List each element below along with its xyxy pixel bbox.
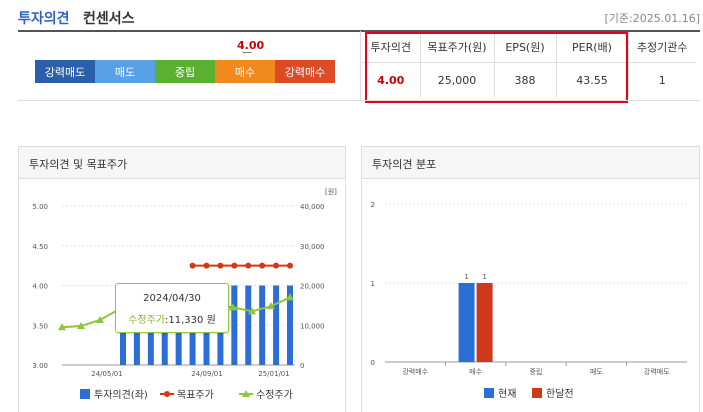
legend-month-ago-swatch <box>532 388 542 398</box>
legend-target-marker <box>164 391 170 397</box>
y-left-tick: 4.50 <box>32 243 48 251</box>
opinion-segment-4: 강력매수 <box>275 60 335 83</box>
y-left-tick: 4.00 <box>32 283 48 291</box>
y-right-tick: 0 <box>300 362 304 370</box>
y-right-tick: 20,000 <box>300 283 325 291</box>
x-tick: 24/09/01 <box>191 370 222 378</box>
opinion-segment-0: 강력매도 <box>35 60 95 83</box>
opinion-marker-value: 4.00 <box>237 39 265 52</box>
opinion-bar <box>245 285 252 365</box>
opinion-segment-1: 매도 <box>95 60 155 83</box>
x-tick: 강력매도 <box>644 367 670 376</box>
th-institutions: 추정기관수 <box>627 32 696 63</box>
tooltip-amount: :11,330 원 <box>165 315 216 326</box>
x-tick: 매수 <box>469 368 482 376</box>
y-tick: 2 <box>371 201 375 209</box>
y-left-tick: 3.00 <box>32 362 48 370</box>
target-price-point <box>273 262 280 269</box>
target-price-point <box>189 262 196 269</box>
opinion-target-price-panel: 투자의견 및 목표주가 5.00 4.50 4.00 3.50 3.00 40,000 30… <box>18 146 346 412</box>
y-left-tick: 3.50 <box>32 322 48 330</box>
y-left-tick: 5.00 <box>32 203 48 211</box>
chart-tooltip: 2024/04/30 수정주가:11,330 원 <box>115 283 229 333</box>
x-tick: 24/05/01 <box>91 370 122 378</box>
bar-label: 1 <box>464 273 468 281</box>
y-tick: 0 <box>371 359 375 367</box>
y-right-tick: 30,000 <box>300 243 325 251</box>
month-ago-bar <box>476 283 493 362</box>
bar-label: 1 <box>482 273 486 281</box>
legend-target-label: 목표주가 <box>177 389 214 401</box>
section-header: 투자의견 컨센서스 [기준:2025.01.16] <box>18 6 700 30</box>
y-tick: 1 <box>371 280 375 288</box>
section-title: 투자의견 <box>18 11 70 27</box>
base-date: [기준:2025.01.16] <box>604 12 700 25</box>
opinion-scale-bar: 강력매도 매도 중립 매수 강력매수 <box>35 60 335 83</box>
x-tick: 25/01/01 <box>258 370 289 378</box>
table-bottom-divider <box>18 100 700 101</box>
td-institutions: 1 <box>627 62 696 98</box>
opinion-bar <box>259 285 266 365</box>
target-price-point <box>245 262 252 269</box>
legend-adjusted-label: 수정주가 <box>256 389 293 401</box>
legend-opinion-swatch <box>80 389 90 399</box>
target-price-point <box>287 262 293 269</box>
opinion-segment-2: 중립 <box>155 60 215 83</box>
y-right-tick: 10,000 <box>300 322 325 330</box>
opinion-distribution-panel: 투자의견 분포 2 1 0 강력매수 매수 1 1 중립 매도 강력매도현재 한달전 <box>361 146 700 412</box>
x-tick: 매도 <box>590 368 603 376</box>
y-right-unit: [원] <box>325 187 337 196</box>
tooltip-value: 수정주가:11,330 원 <box>116 311 228 326</box>
legend-current-swatch <box>484 388 494 398</box>
section-divider <box>360 31 361 101</box>
x-tick: 중립 <box>530 368 543 376</box>
y-right-tick: 40,000 <box>300 203 325 211</box>
tooltip-date: 2024/04/30 <box>143 293 201 304</box>
opinion-segment-3: 매수 <box>215 60 275 83</box>
opinion-scale: 4.00 강력매도 매도 중립 매수 강력매수 <box>35 37 337 85</box>
opinion-marker-icon <box>243 53 251 58</box>
target-price-point <box>217 262 224 269</box>
tooltip-key: 수정주가 <box>128 315 166 326</box>
section-subtitle: 컨센서스 <box>83 11 135 27</box>
highlight-box <box>365 32 628 103</box>
x-tick: 강력매수 <box>402 367 428 376</box>
current-bar <box>458 283 475 362</box>
target-price-point <box>259 262 266 269</box>
legend-opinion-label: 투자의견(좌) <box>94 389 148 401</box>
target-price-point <box>203 262 210 269</box>
legend-current-label: 현재 <box>498 388 516 400</box>
panel-title-right: 투자의견 분포 <box>362 147 699 179</box>
opinion-distribution-chart: 2 1 0 강력매수 매수 1 1 중립 매도 강력매도현재 한달전 <box>371 201 687 400</box>
legend-month-ago-label: 한달전 <box>546 388 574 400</box>
panel-title-left: 투자의견 및 목표주가 <box>19 147 345 179</box>
opinion-bar <box>273 285 280 365</box>
target-price-point <box>231 262 238 269</box>
opinion-bar <box>231 285 238 365</box>
